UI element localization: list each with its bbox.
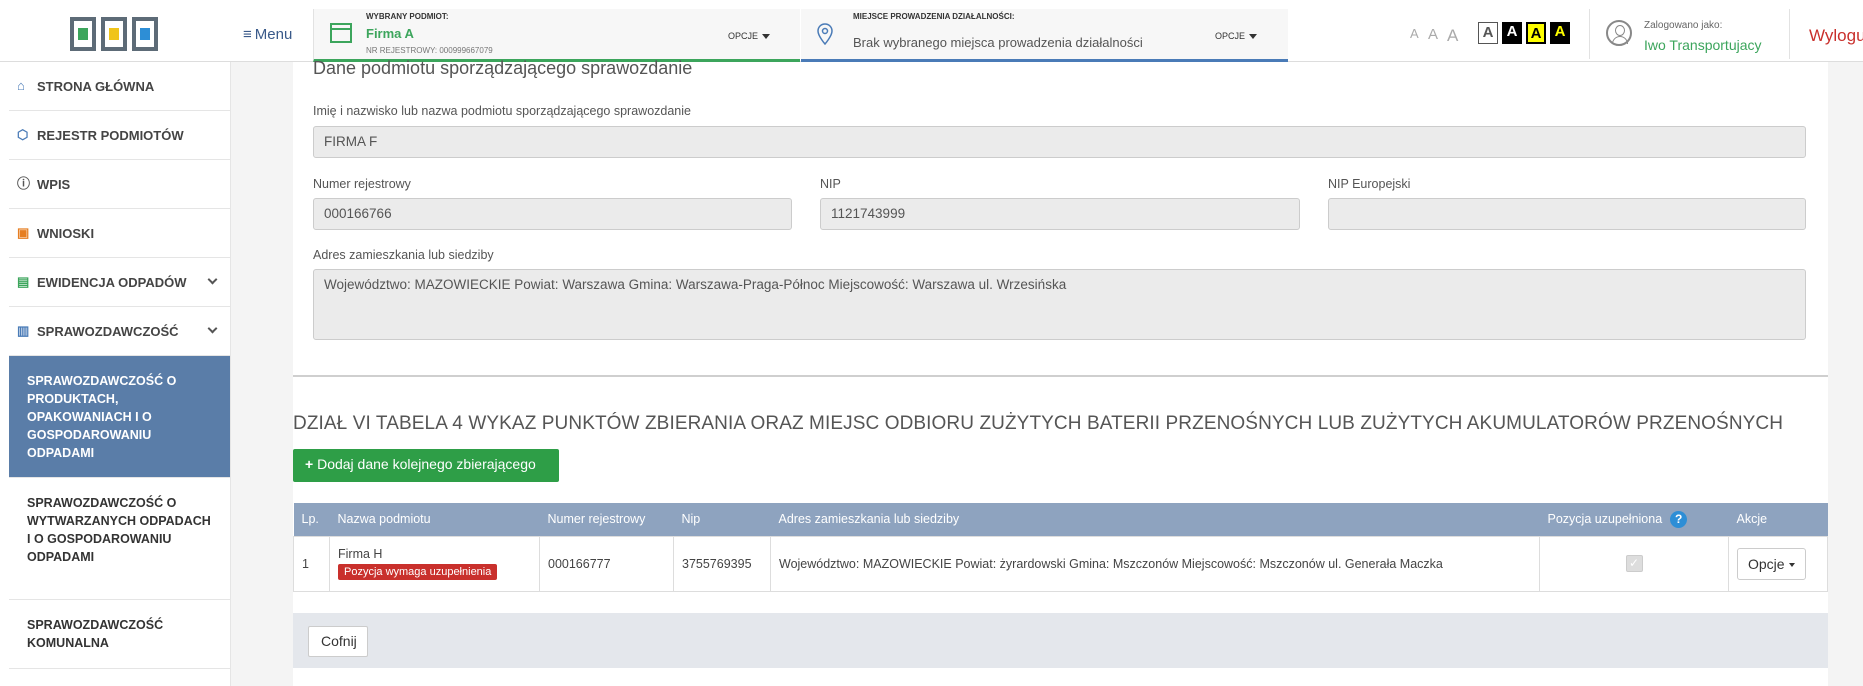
top-bar: ≡ Menu WYBRANY PODMIOT: Firma A NR REJEST… (0, 0, 1863, 62)
contrast-yellow-black[interactable]: A (1526, 22, 1546, 44)
col-reg: Numer rejestrowy (539, 503, 674, 536)
contrast-black-yellow[interactable]: A (1550, 22, 1570, 44)
name-field[interactable]: FIRMA F (313, 126, 1806, 158)
add-collector-button[interactable]: + Dodaj dane kolejnego zbierającego (293, 449, 559, 482)
reg-field[interactable]: 000166766 (313, 198, 792, 230)
nip-eu-label: NIP Europejski (1328, 177, 1411, 191)
sidebar-sub-generated-waste[interactable]: SPRAWOZDAWCZOŚĆ O WYTWARZANYCH ODPADACH … (9, 478, 230, 600)
col-nip: Nip (673, 503, 771, 536)
form-footer (293, 613, 1828, 668)
font-size-small[interactable]: A (1410, 26, 1419, 41)
divider (293, 375, 1828, 377)
sidebar-item-home[interactable]: ⌂ STRONA GŁÓWNA (9, 62, 230, 111)
contrast-default[interactable]: A (1478, 22, 1498, 44)
subject-label: WYBRANY PODMIOT: (366, 12, 449, 21)
user-icon (1606, 20, 1632, 46)
col-lp: Lp. (293, 503, 330, 536)
logout-link[interactable]: Wylogu (1809, 26, 1863, 46)
col-address: Adres zamieszkania lub siedziby (770, 503, 1540, 536)
map-pin-icon (817, 23, 833, 45)
cell-reg: 000166777 (539, 535, 674, 592)
collectors-table: Lp. Nazwa podmiotu Numer rejestrowy Nip … (293, 503, 1828, 592)
logged-as-label: Zalogowano jako: (1644, 20, 1723, 31)
table-header-row: Lp. Nazwa podmiotu Numer rejestrowy Nip … (293, 503, 1828, 536)
subject-options-button[interactable]: OPCJE (728, 31, 771, 41)
place-label: MIEJSCE PROWADZENIA DZIAŁALNOŚCI: (853, 12, 1015, 21)
font-size-large[interactable]: A (1447, 26, 1458, 46)
clipboard-icon: ▥ (17, 323, 30, 338)
col-actions: Akcje (1728, 503, 1828, 536)
user-name[interactable]: Iwo Transportujacy (1644, 37, 1762, 53)
cube-icon: ⬡ (17, 127, 29, 142)
bdo-logo[interactable] (70, 17, 166, 53)
info-icon: ⓘ (17, 176, 31, 191)
plus-icon: + (305, 456, 314, 472)
section-title: Dane podmiotu sporządzającego sprawozdan… (313, 58, 693, 78)
table-section-title: DZIAŁ VI TABELA 4 WYKAZ PUNKTÓW ZBIERANI… (293, 413, 1784, 434)
sidebar-item-applications[interactable]: ▣ WNIOSKI (9, 209, 230, 258)
building-icon (330, 23, 352, 43)
cell-actions: Opcje (1728, 535, 1828, 592)
cell-address: Województwo: MAZOWIECKIE Powiat: żyrardo… (770, 535, 1540, 592)
divider (1589, 9, 1590, 59)
business-place-panel[interactable]: MIEJSCE PROWADZENIA DZIAŁALNOŚCI: Brak w… (801, 9, 1288, 62)
col-name: Nazwa podmiotu (329, 503, 540, 536)
help-icon[interactable]: ? (1670, 510, 1688, 528)
briefcase-icon: ▣ (17, 225, 30, 240)
folder-icon: ▤ (17, 274, 30, 289)
home-icon: ⌂ (17, 78, 25, 93)
sidebar-item-reporting[interactable]: ▥ SPRAWOZDAWCZOŚĆ (9, 307, 230, 356)
cell-nip: 3755769395 (673, 535, 771, 592)
sidebar-item-entry[interactable]: ⓘ WPIS (9, 160, 230, 209)
contrast-black-white[interactable]: A (1502, 22, 1522, 44)
nip-eu-field[interactable] (1328, 198, 1806, 230)
caret-down-icon (1788, 562, 1795, 567)
sidebar-sub-municipal[interactable]: SPRAWOZDAWCZOŚĆ KOMUNALNA (9, 600, 230, 669)
sidebar-sub-products-packaging[interactable]: SPRAWOZDAWCZOŚĆ O PRODUKTACH, OPAKOWANIA… (9, 356, 230, 478)
font-size-medium[interactable]: A (1428, 26, 1438, 43)
nip-field[interactable]: 1121743999 (820, 198, 1300, 230)
subject-reg-no: NR REJESTROWY: 000999667079 (366, 46, 493, 55)
sidebar-item-waste-records[interactable]: ▤ EWIDENCJA ODPADÓW (9, 258, 230, 307)
row-options-button[interactable]: Opcje (1737, 547, 1806, 580)
chevron-down-icon (207, 323, 218, 334)
selected-subject-panel[interactable]: WYBRANY PODMIOT: Firma A NR REJESTROWY: … (313, 9, 800, 62)
divider (1789, 9, 1790, 59)
completed-checkbox: ✓ (1625, 555, 1643, 572)
reg-label: Numer rejestrowy (313, 177, 411, 191)
hamburger-icon: ≡ (243, 26, 252, 43)
chevron-down-icon (207, 274, 218, 285)
back-button[interactable]: Cofnij (308, 626, 368, 657)
cell-lp: 1 (293, 535, 330, 592)
row-name: Firma H (338, 547, 383, 561)
status-badge: Pozycja wymaga uzupełnienia (338, 564, 498, 580)
sidebar: ⌂ STRONA GŁÓWNA ⬡ REJESTR PODMIOTÓW ⓘ WPIS … (9, 62, 231, 686)
subject-name: Firma A (366, 26, 414, 41)
table-row: 1 Firma H Pozycja wymaga uzupełnienia 000… (293, 535, 1828, 592)
place-value: Brak wybranego miejsca prowadzenia dział… (853, 35, 1143, 50)
place-options-button[interactable]: OPCJE (1215, 31, 1258, 41)
address-field[interactable]: Województwo: MAZOWIECKIE Powiat: Warszaw… (313, 269, 1806, 340)
name-label: Imię i nazwisko lub nazwa podmiotu sporz… (313, 104, 691, 118)
address-label: Adres zamieszkania lub siedziby (313, 248, 494, 262)
sidebar-item-registry[interactable]: ⬡ REJESTR PODMIOTÓW (9, 111, 230, 160)
menu-button[interactable]: ≡ Menu (243, 26, 292, 43)
caret-down-icon (762, 34, 771, 40)
nip-label: NIP (820, 177, 841, 191)
cell-name: Firma H Pozycja wymaga uzupełnienia (329, 535, 540, 592)
caret-down-icon (1249, 34, 1258, 40)
cell-completed: ✓ (1539, 535, 1729, 592)
col-completed: Pozycja uzupełniona? (1539, 503, 1729, 536)
